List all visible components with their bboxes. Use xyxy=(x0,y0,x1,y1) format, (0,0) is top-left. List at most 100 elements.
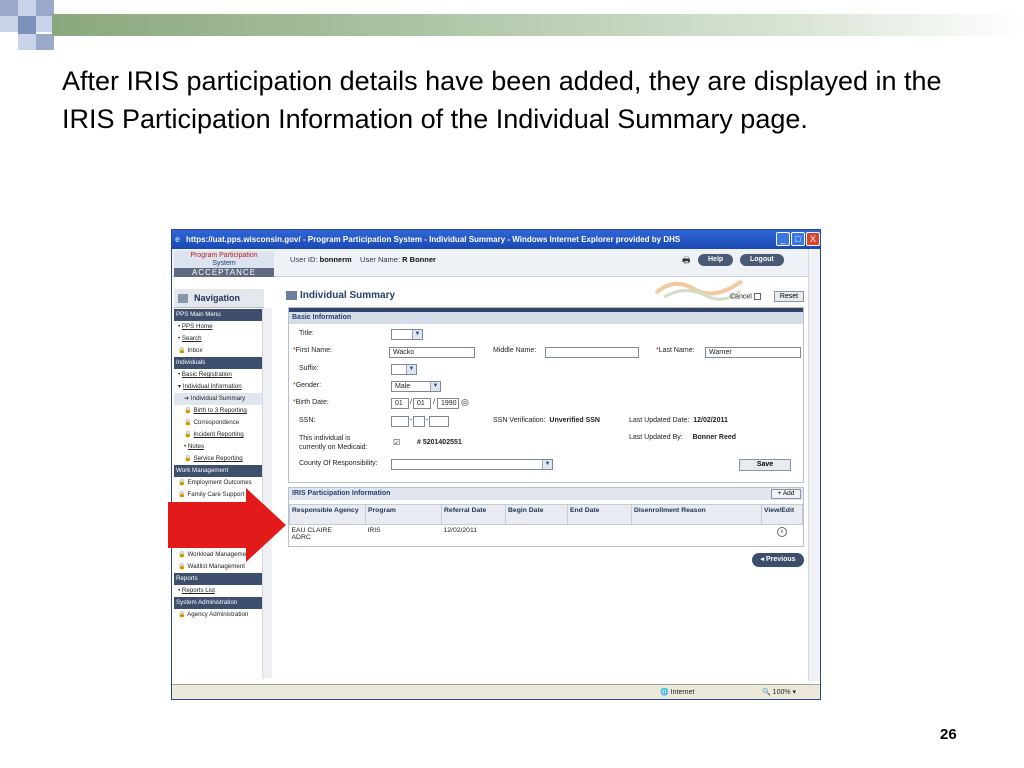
previous-button[interactable]: ◂ Previous xyxy=(752,553,804,567)
cell-referral-date: 12/02/2011 xyxy=(443,527,478,534)
basic-info-header: Basic Information xyxy=(289,312,803,324)
last-name-label: *Last Name: xyxy=(656,347,695,354)
deco-square xyxy=(0,0,18,16)
printer-icon[interactable]: 🖶 xyxy=(682,253,691,269)
iris-participation-panel: IRIS Participation Information + Add Res… xyxy=(288,487,804,547)
chevron-down-icon: ▼ xyxy=(542,460,552,469)
last-updated-by: Last Updated By: Bonner Reed xyxy=(629,434,736,441)
ssn-part3-input[interactable] xyxy=(429,416,449,427)
nav-icon: • xyxy=(178,587,181,594)
nav-item[interactable]: 🔒 Incident Reporting xyxy=(174,429,264,441)
nav-icon: ➔ xyxy=(184,395,190,402)
suffix-select[interactable]: ▼ xyxy=(391,364,417,375)
reset-button[interactable]: Reset xyxy=(774,291,804,302)
nav-icon: • xyxy=(178,371,181,378)
status-bar: 🌐 Internet 🔍 100% ▾ xyxy=(172,684,820,699)
logo-line2: System xyxy=(212,260,236,267)
cancel-checkbox[interactable] xyxy=(753,293,761,300)
nav-item[interactable]: 🔒 Waitlist Management xyxy=(174,561,264,573)
nav-item[interactable]: ▾ Individual Information xyxy=(174,381,264,393)
nav-item-label: Incident Reporting xyxy=(193,431,244,438)
nav-icon: 🔒 xyxy=(178,611,186,618)
birth-year-input[interactable]: 1990 xyxy=(437,398,459,409)
cell-agency: EAU CLAIRE ADRC xyxy=(291,527,332,541)
nav-icon: 🔒 xyxy=(184,455,192,462)
table-row[interactable]: EAU CLAIRE ADRC IRIS 12/02/2011 ⌕ xyxy=(290,525,803,547)
user-info: User ID: bonnerm User Name: R Bonner xyxy=(290,255,436,264)
nav-item[interactable]: 🔒 Service Reporting xyxy=(174,453,264,465)
logout-button[interactable]: Logout xyxy=(740,254,784,266)
nav-section: PPS Main Menu xyxy=(174,309,264,321)
first-name-input[interactable]: Wacko xyxy=(389,347,475,358)
nav-item-label: Basic Registration xyxy=(181,371,232,378)
county-select[interactable]: ▼ xyxy=(391,459,553,470)
deco-square xyxy=(18,16,36,34)
cell-end-date xyxy=(568,525,632,547)
nav-item[interactable]: • Notes xyxy=(174,441,264,453)
col-disenrollment-reason: Disenrollment Reason xyxy=(631,504,762,525)
nav-item-label: Individual Summary xyxy=(190,395,246,402)
nav-item[interactable]: • Search xyxy=(174,333,264,345)
gender-label: *Gender: xyxy=(293,382,322,389)
nav-section: System Administration xyxy=(174,597,264,609)
deco-square xyxy=(36,34,54,50)
cancel-option[interactable]: Cancel xyxy=(730,293,761,300)
nav-item[interactable]: 🔒 Correspondence xyxy=(174,417,264,429)
help-button[interactable]: Help xyxy=(698,254,734,266)
suffix-label: Suffix: xyxy=(299,365,319,372)
nav-item[interactable]: ➔ Individual Summary xyxy=(174,393,264,405)
page-title: Individual Summary xyxy=(284,287,804,305)
nav-icon: 🔒 xyxy=(178,479,186,486)
chevron-down-icon: ▼ xyxy=(406,365,416,374)
title-select[interactable]: ▼ xyxy=(391,329,423,340)
maximize-button[interactable]: □ xyxy=(791,232,805,246)
middle-name-label: Middle Name: xyxy=(493,347,537,354)
nav-icon: • xyxy=(184,443,187,450)
birth-date-label: *Birth Date: xyxy=(293,399,329,406)
nav-section: Individuals xyxy=(174,357,264,369)
page-scrollbar[interactable] xyxy=(808,249,820,681)
last-name-input[interactable]: Warner xyxy=(705,347,801,358)
county-label: County Of Responsibility: xyxy=(299,460,378,467)
calendar-icon[interactable]: ◎ xyxy=(461,397,469,408)
nav-section: Reports xyxy=(174,573,264,585)
nav-item[interactable]: 🔒 Birth to 3 Reporting xyxy=(174,405,264,417)
nav-item[interactable]: 🔒 Agency Administration xyxy=(174,609,264,621)
nav-item[interactable]: • Reports List xyxy=(174,585,264,597)
close-button[interactable]: X xyxy=(806,232,820,246)
nav-item-label: Agency Administration xyxy=(187,611,249,618)
nav-item-label: PPS Main Menu xyxy=(176,311,221,318)
birth-day-input[interactable]: 01 xyxy=(413,398,431,409)
ssn-part2-input[interactable] xyxy=(413,416,425,427)
col-responsible-agency: Responsible Agency xyxy=(289,504,366,525)
deco-square xyxy=(0,16,18,32)
title-label: Title: xyxy=(299,330,314,337)
nav-item-label: Notes xyxy=(187,443,205,450)
basic-information-panel: Basic Information Title: ▼ *First Name: … xyxy=(288,307,804,483)
nav-item-label: PPS Home xyxy=(181,323,213,330)
nav-item-label: Employment Outcomes xyxy=(187,479,252,486)
nav-item[interactable]: 🔒 Inbox xyxy=(174,345,264,357)
nav-icon: • xyxy=(178,323,181,330)
zoom-level[interactable]: 🔍 100% ▾ xyxy=(762,685,796,699)
ssn-verification: SSN Verification: Unverified SSN xyxy=(493,417,600,424)
header-band xyxy=(52,14,1024,36)
menu-icon xyxy=(178,294,188,303)
magnifier-icon[interactable]: ⌕ xyxy=(777,527,787,537)
add-button[interactable]: + Add xyxy=(771,489,801,499)
ssn-part1-input[interactable] xyxy=(391,416,409,427)
medicaid-checkbox[interactable]: ☑ xyxy=(393,438,400,447)
minimize-button[interactable]: _ xyxy=(776,232,790,246)
nav-item-label: Individual Information xyxy=(182,383,242,390)
middle-name-input[interactable] xyxy=(545,347,639,358)
col-begin-date: Begin Date xyxy=(505,504,568,525)
cell-view-edit: ⌕ xyxy=(762,525,803,547)
nav-item-label: Inbox xyxy=(187,347,203,354)
nav-item[interactable]: • Basic Registration xyxy=(174,369,264,381)
birth-month-input[interactable]: 01 xyxy=(391,398,409,409)
nav-icon: 🔒 xyxy=(178,347,186,354)
gender-select[interactable]: Male ▼ xyxy=(391,381,441,392)
nav-icon: 🔒 xyxy=(184,419,192,426)
nav-item[interactable]: • PPS Home xyxy=(174,321,264,333)
save-button[interactable]: Save xyxy=(739,459,791,471)
